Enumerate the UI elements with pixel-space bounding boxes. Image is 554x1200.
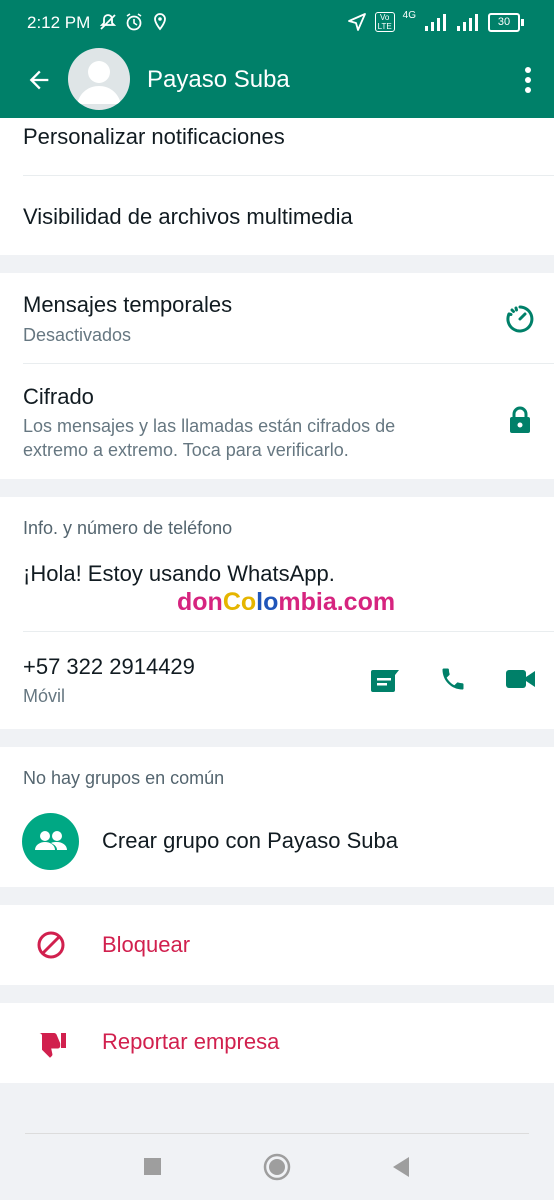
battery-icon: 30: [488, 12, 524, 32]
system-nav-bar: [0, 1133, 554, 1200]
report-label: Reportar empresa: [102, 1029, 280, 1054]
watermark-part-lo: lo: [256, 588, 279, 616]
mute-icon: [99, 14, 117, 30]
location-icon: [154, 13, 166, 31]
disappearing-messages-title: Mensajes temporales: [23, 292, 233, 317]
groups-section-header: No hay grupos en común: [23, 768, 225, 788]
timer-icon: [506, 305, 534, 333]
phone-number: +57 322 2914429: [23, 654, 195, 679]
group-icon-circle: [22, 813, 79, 870]
status-bar: 2:12 PM Vo LTE 4G 30: [0, 0, 554, 46]
recents-button-icon[interactable]: [143, 1157, 163, 1177]
report-item[interactable]: Reportar empresa: [0, 1003, 554, 1083]
media-visibility-item[interactable]: Visibilidad de archivos multimedia: [23, 204, 353, 230]
network-type: 4G: [402, 9, 416, 21]
lock-icon: [510, 406, 530, 433]
app-bar: Payaso Suba: [0, 46, 554, 118]
create-group-label: Crear grupo con Payaso Suba: [102, 828, 398, 853]
block-icon: [37, 931, 65, 959]
default-avatar-icon: [77, 61, 121, 104]
back-button-icon[interactable]: [391, 1156, 411, 1178]
disappearing-messages-item[interactable]: Mensajes temporales Desactivados: [0, 273, 554, 363]
navigation-icon: [347, 13, 366, 31]
signal-icon: [425, 14, 446, 31]
status-icons-left: [98, 12, 170, 32]
block-section: Bloquear: [0, 905, 554, 985]
privacy-section: Mensajes temporales Desactivados Cifrado…: [0, 273, 554, 479]
volte-icon: Vo LTE: [374, 12, 395, 32]
encryption-desc-line1: Los mensajes y las llamadas están cifrad…: [23, 416, 396, 436]
disappearing-messages-status: Desactivados: [23, 325, 132, 345]
divider: [23, 175, 554, 176]
report-section: Reportar empresa: [0, 1003, 554, 1083]
phone-item[interactable]: +57 322 2914429 Móvil: [0, 632, 554, 729]
video-call-icon[interactable]: [505, 667, 537, 691]
block-item[interactable]: Bloquear: [0, 905, 554, 985]
encryption-item[interactable]: Cifrado Los mensajes y las llamadas está…: [0, 364, 554, 479]
watermark-part-com: .com: [336, 588, 396, 616]
back-arrow-icon[interactable]: [25, 66, 53, 94]
battery-level: 30: [488, 12, 520, 32]
encryption-title: Cifrado: [23, 384, 94, 409]
groups-section: No hay grupos en común Crear grupo con P…: [0, 747, 554, 887]
about-text[interactable]: ¡Hola! Estoy usando WhatsApp.: [23, 561, 335, 587]
status-time: 2:12 PM: [27, 13, 91, 32]
watermark-part-ia: ia: [315, 588, 337, 616]
message-icon[interactable]: [369, 668, 403, 694]
contact-name[interactable]: Payaso Suba: [147, 66, 290, 94]
notifications-section: Personalizar notificaciones Visibilidad …: [0, 118, 554, 255]
phone-type: Móvil: [23, 686, 66, 706]
group-icon: [35, 831, 67, 850]
info-section-header: Info. y número de teléfono: [23, 518, 233, 538]
thumbs-down-icon: [39, 1033, 66, 1058]
watermark-part-don: don: [177, 588, 223, 616]
create-group-item[interactable]: Crear grupo con Payaso Suba: [0, 809, 554, 877]
alarm-icon: [126, 13, 142, 31]
home-button-icon[interactable]: [263, 1153, 291, 1181]
call-icon[interactable]: [439, 665, 467, 693]
signal-icon-2: [457, 14, 478, 31]
avatar[interactable]: [68, 48, 130, 110]
watermark-part-mb: mb: [278, 588, 316, 616]
block-label: Bloquear: [102, 932, 191, 957]
status-icons-right: Vo LTE 4G 30: [347, 9, 524, 32]
encryption-desc-line2: extremo a extremo. Toca para verificarlo…: [23, 440, 349, 460]
more-options-icon[interactable]: [523, 65, 533, 95]
nav-divider: [25, 1133, 529, 1134]
watermark-part-co: Co: [222, 588, 257, 616]
custom-notifications-item[interactable]: Personalizar notificaciones: [23, 124, 285, 150]
watermark-text: donColombia.com: [177, 588, 395, 617]
